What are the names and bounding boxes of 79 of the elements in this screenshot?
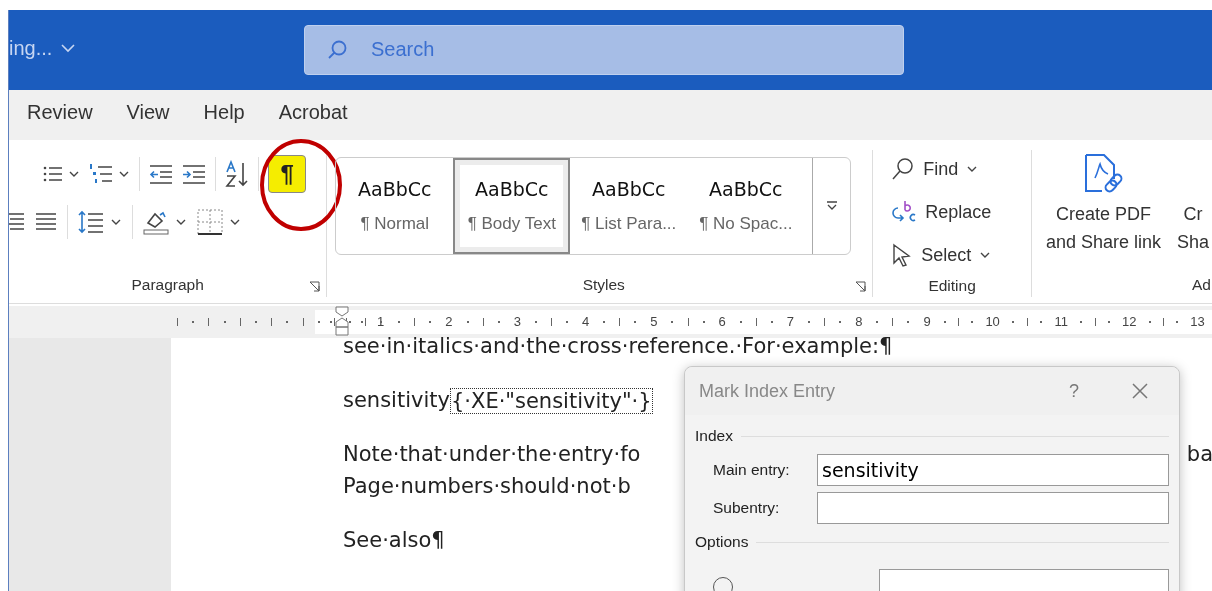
show-formatting-button[interactable]: ¶ [268, 155, 307, 193]
style-name: ¶ Normal [360, 214, 430, 234]
field-label: Subentry: [713, 499, 781, 517]
ruler-number: 3 [513, 315, 521, 329]
create-pdf-button[interactable]: Cr Sha [1173, 150, 1212, 273]
help-button[interactable]: ? [1069, 380, 1079, 402]
caret-icon[interactable] [175, 218, 187, 226]
ruler-number: 12 [1121, 315, 1137, 329]
numbered-list-icon[interactable] [89, 163, 114, 185]
document-status[interactable]: ing... [9, 36, 304, 60]
paragraph-text: See·also¶ [343, 528, 445, 552]
style-item[interactable]: AaBbCc ¶ No Spac... [687, 158, 805, 254]
ruler-number: 11 [1054, 315, 1068, 329]
ruler-number: 7 [786, 315, 795, 329]
editing-button[interactable]: Select [891, 236, 1031, 274]
paragraph-text: Note·that·under·the·entry·fo [343, 442, 641, 466]
subentry-field[interactable] [817, 492, 1169, 524]
dialog-title: Mark Index Entry [699, 380, 837, 402]
ruler-number: 2 [445, 315, 453, 329]
dialog-launcher-icon[interactable] [309, 281, 321, 292]
editing-button[interactable]: Replace [891, 193, 1031, 231]
style-preview: AaBbCc [592, 178, 666, 200]
decrease-indent-icon[interactable] [149, 163, 174, 185]
replace-icon [891, 200, 918, 224]
ribbon-tab[interactable]: Review [27, 101, 93, 129]
increase-indent-icon[interactable] [182, 163, 207, 185]
section-heading: Index [695, 427, 733, 445]
paragraph-text: Page·numbers·should·not·b [343, 474, 631, 498]
justify-icon[interactable] [35, 212, 57, 232]
group-label: Styles [582, 276, 625, 294]
ruler-number: 4 [581, 315, 590, 329]
ruler-number: 6 [718, 315, 726, 329]
group-label: Editing [928, 276, 976, 295]
paragraph-text: sensitivity [343, 388, 450, 414]
ribbon-tab[interactable]: View [126, 101, 170, 129]
group-label: Paragraph [131, 276, 204, 294]
main-entry-field[interactable]: sensitivity [817, 454, 1169, 486]
align-right-icon[interactable] [9, 212, 25, 232]
editing-button[interactable]: Find [891, 150, 1031, 188]
sort-icon[interactable] [225, 160, 250, 188]
search-field[interactable]: Search [304, 24, 904, 75]
caret-icon[interactable] [229, 218, 241, 226]
search-icon [891, 157, 916, 181]
section-heading: Options [695, 533, 749, 551]
paragraph-text: ba [1186, 442, 1212, 466]
close-icon[interactable] [1131, 382, 1149, 400]
line-spacing-icon[interactable] [78, 210, 104, 234]
ruler-number: 9 [923, 315, 931, 329]
style-name: ¶ No Spac... [699, 214, 793, 234]
index-field-code: {·XE·"sensitivity"·} [449, 388, 653, 414]
caret-icon[interactable] [68, 170, 81, 178]
ribbon-tab[interactable]: Acrobat [278, 101, 348, 129]
style-preview: AaBbCc [358, 178, 432, 200]
paint-bucket-icon[interactable] [143, 209, 169, 235]
borders-icon[interactable] [197, 209, 223, 235]
chevron-icon [60, 43, 77, 53]
style-item[interactable]: AaBbCc ¶ Normal [336, 158, 454, 254]
style-preview: AaBbCc [475, 178, 549, 200]
ruler-number: 5 [650, 315, 658, 329]
search-icon [326, 38, 348, 61]
style-name: ¶ Body Text [467, 214, 556, 234]
ribbon-tab[interactable]: Help [203, 101, 245, 129]
indent-marker-icon[interactable] [335, 306, 349, 336]
field-label: Main entry: [713, 461, 791, 479]
group-label: Ad [1192, 276, 1211, 294]
ruler-number: 13 [1190, 315, 1205, 329]
caret-icon[interactable] [110, 218, 122, 226]
expand-icon [824, 200, 839, 212]
bullet-list-icon[interactable] [43, 164, 64, 184]
caret-icon[interactable] [118, 170, 131, 178]
dialog-launcher-icon[interactable] [855, 281, 867, 292]
ruler-number: 8 [855, 315, 863, 329]
style-preview: AaBbCc [709, 178, 783, 200]
ruler-number: 10 [985, 315, 1000, 329]
style-item[interactable]: AaBbCc ¶ List Para... [570, 158, 688, 254]
create-pdf-button[interactable]: Create PDF and Share link [1045, 150, 1161, 273]
paragraph-text: see·in·italics·and·the·cross·reference.·For·example:¶ [343, 334, 893, 358]
style-item[interactable]: AaBbCc ¶ Body Text [453, 158, 571, 254]
style-name: ¶ List Para... [581, 214, 677, 234]
